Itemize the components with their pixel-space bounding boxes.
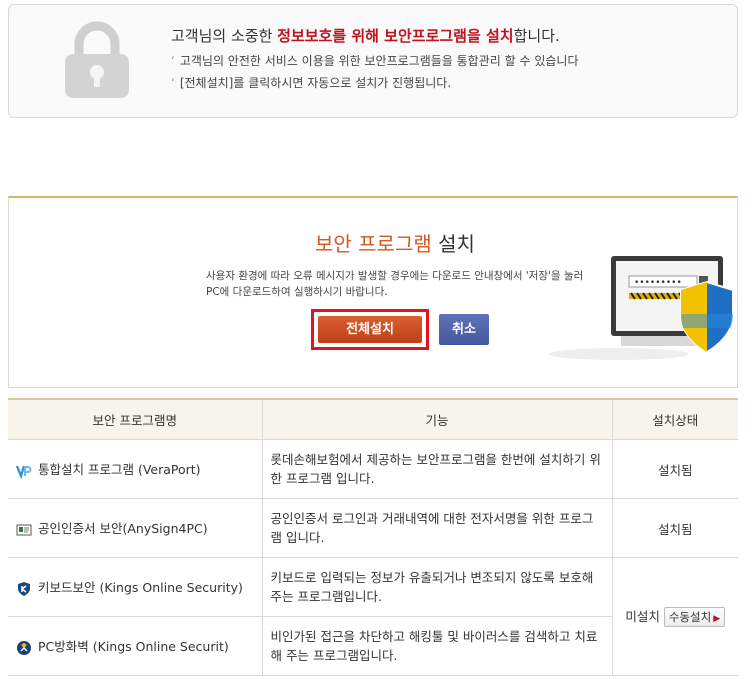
manual-install-label: 수동설치 — [668, 610, 712, 624]
program-description: 키보드로 입력되는 정보가 유출되거나 변조되지 않도록 보호해 주는 프로그램… — [261, 557, 612, 617]
status-badge: 미설치 — [625, 609, 660, 624]
install-title-accent: 보안 프로그램 — [315, 232, 432, 256]
security-notice-box: 고객님의 소중한 정보보호를 위해 보안프로그램을 설치합니다. ‘ 고객님의 안… — [8, 4, 738, 118]
program-name: 통합설치 프로그램 (VeraPort) — [38, 462, 201, 478]
program-name: 키보드보안 (Kings Online Security) — [38, 580, 243, 596]
lock-icon — [65, 21, 129, 98]
cancel-button[interactable]: 취소 — [439, 314, 489, 345]
program-description: 공인인증서 로그인과 거래내역에 대한 전자서명을 위한 프로그램 입니다. — [261, 498, 612, 558]
bullet-mark: ‘ — [171, 54, 175, 68]
notice-line-2: ‘ [전체설치]를 클릭하시면 자동으로 설치가 진행됩니다. — [171, 74, 451, 91]
status-badge: 설치됨 — [611, 439, 738, 499]
password-mask-text: ••••••••• — [634, 278, 682, 288]
veraport-icon — [16, 465, 32, 479]
table-row: 공인인증서 보안(AnySign4PC) 공인인증서 로그인과 거래내역에 대한… — [8, 498, 738, 558]
notice-title-prefix: 고객님의 소중한 — [171, 27, 278, 45]
notice-line-1-text: 고객님의 안전한 서비스 이용을 위한 보안프로그램들을 통합관리 할 수 있습… — [179, 54, 579, 68]
install-title: 보안 프로그램 설치 — [315, 228, 475, 257]
kings-keyboard-icon — [18, 581, 30, 596]
install-all-button[interactable]: 전체설치 — [318, 316, 422, 343]
header-install-status: 설치상태 — [611, 398, 738, 440]
notice-line-1: ‘ 고객님의 안전한 서비스 이용을 위한 보안프로그램들을 통합관리 할 수 있… — [171, 52, 578, 69]
table-row: 통합설치 프로그램 (VeraPort) 롯데손해보험에서 제공하는 보안프로그… — [8, 439, 738, 499]
program-description: 비인가된 접근을 차단하고 해킹툴 및 바이러스를 검색하고 치료해 주는 프로… — [261, 616, 612, 676]
install-description: 사용자 환경에 따라 오류 메시지가 발생할 경우에는 다운로드 안내창에서 '… — [206, 268, 583, 300]
anysign-icon — [16, 524, 32, 536]
program-name: PC방화벽 (Kings Online Securit) — [38, 639, 229, 655]
notice-title-highlight: 정보보호를 위해 보안프로그램을 설치 — [277, 27, 514, 45]
kings-firewall-icon — [17, 640, 31, 655]
table-row: 키보드보안 (Kings Online Security) 키보드로 입력되는 … — [8, 557, 738, 676]
table-header-row: 보안 프로그램명 기능 설치상태 — [8, 398, 738, 440]
bullet-mark: ‘ — [171, 76, 175, 90]
arrow-right-icon: ▶ — [713, 614, 721, 624]
program-name-cell: PC방화벽 (Kings Online Securit) — [8, 616, 262, 676]
program-name-cell: 통합설치 프로그램 (VeraPort) — [8, 439, 262, 499]
shared-status-cell: 미설치 수동설치 ▶ — [611, 557, 738, 676]
program-name: 공인인증서 보안(AnySign4PC) — [38, 521, 208, 537]
program-description: 롯데손해보험에서 제공하는 보안프로그램을 한번에 설치하기 위한 프로그램 입… — [261, 439, 612, 499]
notice-title-suffix: 합니다. — [513, 27, 560, 45]
header-program-name: 보안 프로그램명 — [8, 398, 262, 440]
install-title-rest: 설치 — [431, 232, 475, 256]
manual-install-button[interactable]: 수동설치 ▶ — [663, 607, 726, 627]
notice-line-2-text: [전체설치]를 클릭하시면 자동으로 설치가 진행됩니다. — [179, 76, 452, 90]
security-program-table: 보안 프로그램명 기능 설치상태 통합설치 프로그램 (VeraPort) 롯데… — [8, 398, 738, 676]
notice-title: 고객님의 소중한 정보보호를 위해 보안프로그램을 설치합니다. — [171, 25, 560, 46]
monitor-shield-icon: ••••••••• — [549, 256, 734, 360]
install-all-highlight-frame: 전체설치 — [311, 309, 429, 350]
program-name-cell: 키보드보안 (Kings Online Security) — [8, 557, 262, 617]
program-name-cell: 공인인증서 보안(AnySign4PC) — [8, 498, 262, 558]
install-panel: 보안 프로그램 설치 사용자 환경에 따라 오류 메시지가 발생할 경우에는 다… — [8, 196, 738, 388]
install-desc-line-2: PC에 다운로드하여 실행하시기 바랍니다. — [206, 286, 388, 298]
install-desc-line-1: 사용자 환경에 따라 오류 메시지가 발생할 경우에는 다운로드 안내창에서 '… — [206, 270, 584, 282]
header-function: 기능 — [261, 398, 612, 440]
status-badge: 설치됨 — [611, 498, 738, 558]
